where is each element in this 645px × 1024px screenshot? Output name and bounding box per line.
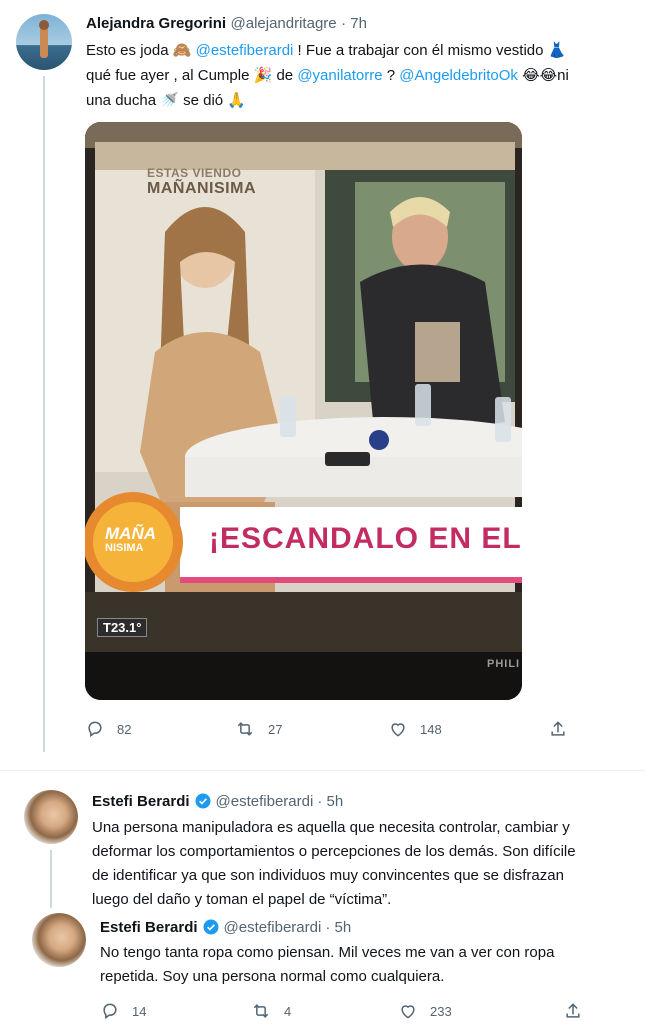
reply-button[interactable]: 14: [100, 1001, 146, 1021]
author-name[interactable]: Estefi Berardi: [92, 793, 190, 810]
author-name[interactable]: Estefi Berardi: [100, 919, 198, 936]
share-icon: [566, 1003, 580, 1018]
text-line: No tengo tanta ropa como piensan. Mil ve…: [100, 944, 555, 961]
thread-line: [43, 76, 45, 752]
retweet-icon: [253, 1004, 269, 1018]
share-button[interactable]: [548, 719, 580, 739]
verified-badge-icon: [195, 793, 211, 809]
like-button[interactable]: 233: [398, 1001, 452, 1021]
thread-line: [50, 850, 52, 908]
like-button[interactable]: 148: [388, 719, 442, 739]
divider: [0, 770, 645, 771]
shower-icon: 🚿: [160, 91, 179, 109]
text-segment: una ducha: [86, 92, 157, 109]
author-handle[interactable]: @alejandritagre: [231, 15, 337, 32]
tweet3-header: Estefi Berardi @estefiberardi · 5h: [100, 918, 351, 936]
timestamp[interactable]: · 7h: [341, 15, 367, 32]
overlay-tv-brand: PHILI: [487, 658, 521, 670]
author-handle[interactable]: @estefiberardi: [216, 793, 314, 810]
tweet1-header: Alejandra Gregorini @alejandritagre · 7h: [86, 15, 367, 33]
text-line: deformar los comportamientos o percepcio…: [92, 843, 576, 860]
tweet1-text: Esto es joda 🙈 @estefiberardi ! Fue a tr…: [86, 38, 638, 113]
tweet3-text: No tengo tanta ropa como piensan. Mil ve…: [100, 941, 640, 989]
share-icon: [551, 721, 565, 736]
share-button[interactable]: [563, 1001, 595, 1021]
reply-icon: [103, 1003, 117, 1020]
text-line: luego del daño y toman el papel de “víct…: [92, 891, 392, 908]
overlay-program-name: MAÑANISIMA: [147, 180, 256, 197]
overlay-logo-top: MAÑA: [105, 524, 156, 543]
tweet2-text: Una persona manipuladora es aquella que …: [92, 816, 642, 912]
retweet-count: 4: [284, 1003, 292, 1019]
tweet2-header: Estefi Berardi @estefiberardi · 5h: [92, 792, 343, 810]
dress-icon: 👗: [547, 41, 567, 59]
author-handle[interactable]: @estefiberardi: [224, 919, 322, 936]
text-segment: ni: [557, 67, 569, 84]
tv-photo-illustration: [85, 122, 522, 700]
text-segment: Esto es joda: [86, 42, 169, 59]
text-segment: de: [276, 67, 294, 84]
avatar-alejandra[interactable]: [16, 14, 72, 70]
overlay-banner-text: ¡ESCANDALO EN EL C: [209, 522, 522, 555]
text-line: Una persona manipuladora es aquella que …: [92, 819, 570, 836]
verified-badge-icon: [203, 919, 219, 935]
text-line: repetida. Soy una persona normal como cu…: [100, 968, 445, 985]
mention-link[interactable]: @yanilatorre: [297, 67, 382, 84]
retweet-icon: [237, 722, 253, 736]
reply-count: 82: [117, 721, 132, 737]
timestamp[interactable]: · 5h: [317, 793, 343, 810]
party-popper-icon: 🎉: [253, 66, 273, 84]
reply-count: 14: [132, 1003, 147, 1019]
overlay-estas-viendo: ESTAS VIENDO: [147, 166, 242, 180]
text-segment: se dió: [183, 92, 224, 109]
text-segment: ! Fue a trabajar con él mismo vestido: [297, 42, 544, 59]
retweet-count: 27: [268, 721, 283, 737]
overlay-temperature: T23.1°: [97, 618, 148, 637]
avatar-estefi[interactable]: [32, 913, 86, 967]
overlay-logo-bottom: NISIMA: [105, 542, 144, 554]
author-name[interactable]: Alejandra Gregorini: [86, 15, 226, 32]
laughing-icon: 😂😂: [522, 66, 558, 84]
text-segment: ?: [386, 67, 396, 84]
retweet-button[interactable]: 4: [250, 1001, 291, 1021]
retweet-button[interactable]: 27: [234, 719, 282, 739]
praying-hands-icon: 🙏: [227, 91, 246, 109]
text-segment: qué fue ayer , al Cumple: [86, 67, 250, 84]
heart-icon: [391, 723, 405, 737]
tweet-media-image[interactable]: ESTAS VIENDO MAÑANISIMA MAÑA NISIMA ¡ESC…: [85, 122, 522, 700]
reply-button[interactable]: 82: [85, 719, 131, 739]
mention-link[interactable]: @AngeldebritoOk: [399, 67, 518, 84]
like-count: 148: [420, 721, 442, 737]
timestamp[interactable]: · 5h: [325, 919, 351, 936]
see-no-evil-monkey-icon: 🙈: [172, 41, 192, 59]
text-line: de identificar ya que son individuos muy…: [92, 867, 564, 884]
heart-icon: [401, 1005, 415, 1019]
avatar-estefi[interactable]: [24, 790, 78, 844]
mention-link[interactable]: @estefiberardi: [196, 42, 294, 59]
like-count: 233: [430, 1003, 452, 1019]
reply-icon: [88, 721, 102, 738]
